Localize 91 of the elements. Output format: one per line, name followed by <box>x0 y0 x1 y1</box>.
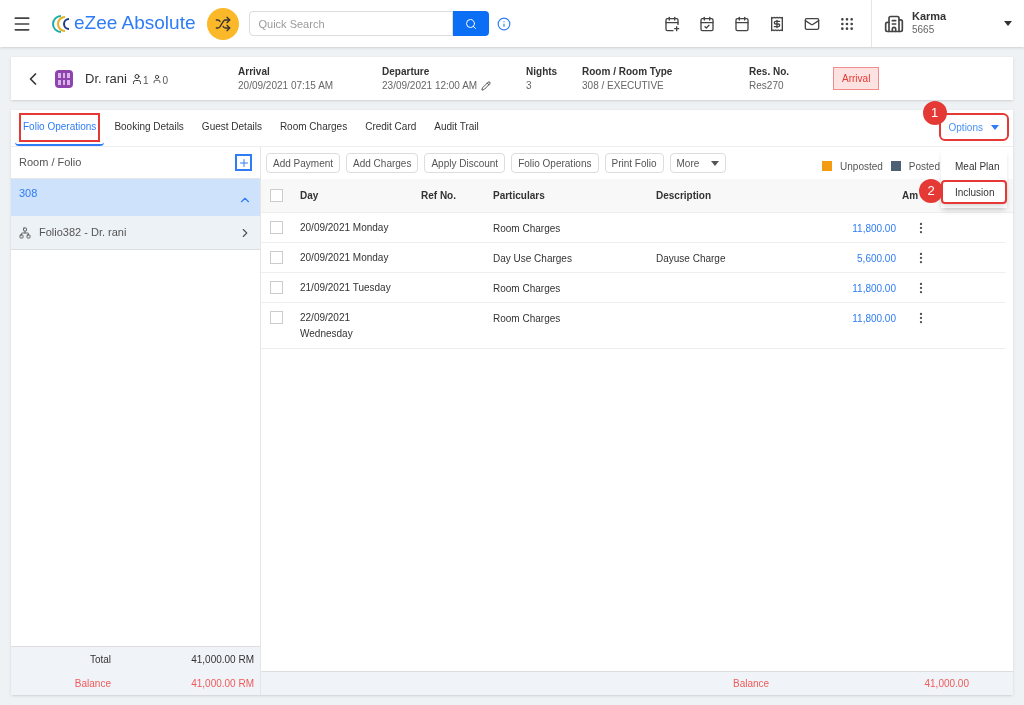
field-label: Room / Room Type <box>582 64 674 79</box>
room-value: 308 / EXECUTIVE <box>582 78 665 93</box>
caret-icon <box>711 160 720 166</box>
checkbox[interactable] <box>270 189 283 202</box>
nights-value: 3 <box>526 78 533 93</box>
more-button[interactable]: More <box>669 153 727 173</box>
invoice-icon[interactable] <box>769 15 785 32</box>
column-header: Description <box>656 189 712 203</box>
search-icon <box>465 17 478 30</box>
tab[interactable]: Guest Details <box>193 109 270 146</box>
table-cell: Day Use Charges <box>493 253 572 264</box>
balance-value: 41,000.00 <box>924 677 969 691</box>
folio-icon <box>19 226 31 239</box>
toolbar-button[interactable]: Apply Discount <box>424 153 506 173</box>
balance-label: Balance <box>733 677 770 691</box>
balance-label: Balance <box>73 676 111 691</box>
amount-cell: 11,800.00 <box>852 223 896 234</box>
row-checkbox[interactable] <box>270 251 283 264</box>
child-icon <box>152 73 163 84</box>
property-name: Karma <box>912 10 947 25</box>
status-badge: Arrival <box>833 67 880 90</box>
row-checkbox[interactable] <box>270 221 283 234</box>
amount-cell: 5,600.00 <box>857 253 896 264</box>
calendar-plus-icon[interactable] <box>664 15 680 32</box>
tab[interactable]: Folio Operations <box>15 109 105 146</box>
row-checkbox[interactable] <box>270 311 283 324</box>
adult-count: 1 <box>142 74 149 88</box>
column-header: Particulars <box>493 189 546 203</box>
adult-icon <box>130 72 143 85</box>
shuffle-button[interactable] <box>207 7 240 40</box>
caret-icon <box>991 124 999 130</box>
field-label: Nights <box>526 64 559 79</box>
balance-value: 41,000.00 RM <box>191 676 255 691</box>
legend-label: Unposted <box>840 159 883 174</box>
tab[interactable]: Room Charges <box>271 109 356 146</box>
row-checkbox[interactable] <box>270 281 283 294</box>
plus-icon <box>237 156 250 169</box>
guest-name: Dr. rani <box>85 69 127 88</box>
total-value: 41,000.00 RM <box>191 652 255 667</box>
field-label: Departure <box>382 64 431 79</box>
folio-label: Folio382 - Dr. rani <box>39 225 127 241</box>
room-label: 308 <box>19 186 38 201</box>
column-header: Ref No. <box>421 189 457 203</box>
calendar-check-icon[interactable] <box>699 15 715 32</box>
menu-item[interactable]: Meal Plan <box>941 154 1007 179</box>
app-title: eZee Absolute <box>74 11 196 36</box>
table-cell: Dayuse Charge <box>656 253 726 264</box>
edit-icon[interactable] <box>481 80 492 91</box>
search-button[interactable] <box>453 11 490 36</box>
table-cell-text: 20/09/2021 Monday <box>300 221 390 235</box>
add-folio-button[interactable] <box>235 154 252 171</box>
column-header: Am <box>902 189 920 203</box>
toolbar-button[interactable]: Folio Operations <box>511 153 599 173</box>
table-cell-text: 20/09/2021 Monday <box>300 251 390 265</box>
apps-grid-icon[interactable] <box>839 15 855 32</box>
field-label: Res. No. <box>749 64 791 79</box>
toolbar-button[interactable]: Print Folio <box>604 153 664 173</box>
arrival-value: 20/09/2021 07:15 AM <box>238 78 335 93</box>
legend-label: Posted <box>908 159 940 174</box>
step-badge: 2 <box>919 178 943 203</box>
tab[interactable]: Audit Trail <box>426 109 487 146</box>
dropdown-caret-icon[interactable] <box>1004 21 1012 26</box>
property-code: 5665 <box>912 24 936 37</box>
info-icon[interactable] <box>497 16 512 31</box>
table-cell-text: 21/09/2021 Tuesday <box>300 281 392 295</box>
shuffle-icon <box>215 15 232 32</box>
building-icon <box>884 13 904 34</box>
amount-cell: 11,800.00 <box>852 283 896 294</box>
toolbar-button[interactable]: Add Charges <box>346 153 419 173</box>
total-label: Total <box>88 652 111 667</box>
tab[interactable]: Booking Details <box>106 109 192 146</box>
step-badge: 1 <box>922 101 947 125</box>
hotel-icon <box>55 69 73 88</box>
amount-cell: 11,800.00 <box>852 313 896 324</box>
table-cell: Room Charges <box>493 283 561 294</box>
tab[interactable]: Credit Card <box>357 109 425 146</box>
logo-icon <box>52 13 70 34</box>
search-field[interactable]: Quick Search <box>249 11 454 36</box>
table-cell: Room Charges <box>493 223 561 234</box>
res-no-value: Res270 <box>749 78 785 93</box>
calendar-icon[interactable] <box>734 15 750 32</box>
column-header: Day <box>300 189 320 203</box>
field-label: Arrival <box>238 64 271 79</box>
table-cell: Room Charges <box>493 313 561 324</box>
mail-icon[interactable] <box>804 15 820 32</box>
child-count: 0 <box>162 74 169 88</box>
panel-title: Room / Folio <box>19 155 82 171</box>
table-cell-text: 22/09/2021 Wednesday <box>300 311 354 341</box>
folio-row[interactable]: Folio382 - Dr. rani <box>11 216 260 250</box>
toolbar-button[interactable]: Add Payment <box>266 153 341 173</box>
departure-value: 23/09/2021 12:00 AM <box>382 78 478 93</box>
